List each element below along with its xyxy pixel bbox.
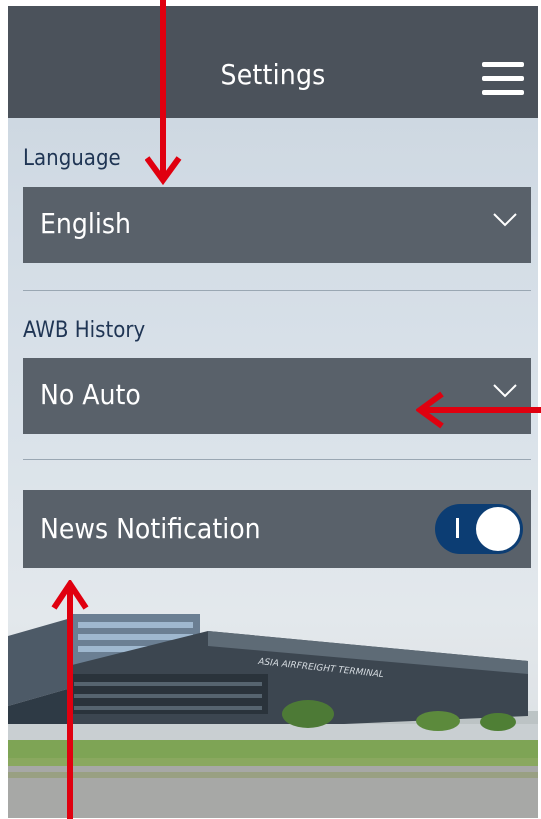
toggle-knob: [476, 507, 520, 551]
annotation-arrow-down: [145, 0, 182, 186]
news-notification-toggle[interactable]: [435, 504, 523, 554]
news-notification-row: News Notification: [23, 490, 531, 568]
divider: [23, 290, 531, 291]
awb-history-selected-value: No Auto: [40, 378, 141, 411]
divider: [23, 459, 531, 460]
news-notification-label: News Notification: [40, 512, 261, 545]
hamburger-menu-icon[interactable]: [482, 62, 524, 96]
awb-history-label: AWB History: [23, 318, 146, 343]
language-select[interactable]: English: [23, 187, 531, 263]
language-selected-value: English: [40, 207, 131, 240]
chevron-down-icon: [493, 213, 517, 227]
language-label: Language: [23, 146, 121, 171]
page-title: Settings: [220, 58, 326, 91]
app-header: Settings: [8, 6, 538, 118]
annotation-arrow-left: [416, 391, 541, 429]
annotation-arrow-up: [51, 580, 89, 819]
toggle-on-indicator: [456, 518, 459, 538]
